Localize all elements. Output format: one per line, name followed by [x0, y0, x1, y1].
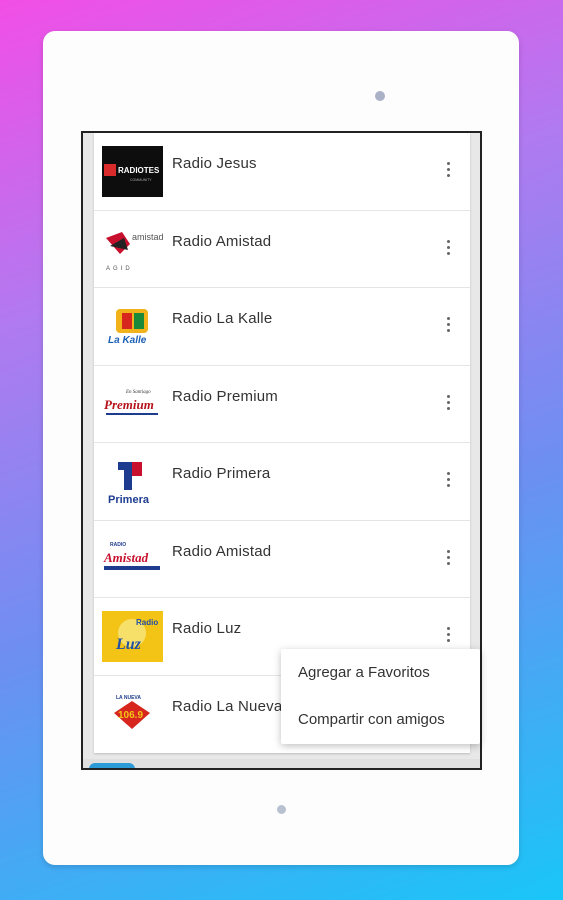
more-vert-icon[interactable]	[442, 624, 454, 644]
station-name: Radio Primera	[172, 465, 271, 482]
station-name: Radio Amistad	[172, 542, 272, 560]
more-vert-icon[interactable]	[442, 237, 454, 257]
station-name: Radio Jesus	[172, 155, 257, 172]
station-name: Radio Amistad	[172, 232, 272, 250]
station-name: Radio Luz	[172, 620, 242, 637]
station-logo: La Kalle	[102, 301, 163, 352]
logo-subtext: Radio	[136, 618, 158, 627]
more-vert-icon[interactable]	[442, 469, 454, 489]
more-vert-icon[interactable]	[442, 392, 454, 412]
menu-item-add-favorite[interactable]: Agregar a Favoritos	[281, 649, 480, 696]
logo-subtext: COMMUNITY	[130, 178, 152, 182]
logo-text: La Kalle	[108, 335, 147, 346]
station-name: Radio La Kalle	[172, 310, 273, 327]
station-row[interactable]: La Kalle Radio La Kalle	[94, 288, 470, 366]
more-vert-icon[interactable]	[442, 547, 454, 567]
logo-text: RADIOTES	[118, 166, 160, 175]
station-logo: LA NUEVA 106.9	[102, 688, 163, 740]
tablet-camera	[375, 91, 385, 101]
bottom-bar	[83, 759, 480, 768]
bottom-player-peek	[89, 763, 135, 768]
station-row[interactable]: amistad AGID Radio Amistad	[94, 211, 470, 288]
station-row[interactable]: Primera Radio Primera	[94, 443, 470, 521]
station-logo: RADIOTES COMMUNITY	[102, 146, 163, 197]
more-vert-icon[interactable]	[442, 159, 454, 179]
tablet-home-indicator	[277, 805, 286, 814]
station-logo: En Santiago Premium	[102, 378, 163, 430]
logo-text: Primera	[108, 494, 150, 506]
station-row[interactable]: RADIO Amistad Radio Amistad	[94, 521, 470, 598]
station-row[interactable]: En Santiago Premium Radio Premium	[94, 366, 470, 443]
logo-text: Premium	[104, 397, 154, 412]
menu-item-share-friends[interactable]: Compartir con amigos	[281, 696, 480, 743]
station-name: Radio Premium	[172, 387, 278, 405]
logo-text: 106.9	[118, 710, 143, 721]
logo-subtext: AGID	[106, 266, 133, 272]
more-vert-icon[interactable]	[442, 314, 454, 334]
logo-subtext: LA NUEVA	[116, 695, 141, 701]
context-menu: Agregar a Favoritos Compartir con amigos	[281, 649, 480, 744]
logo-text: amistad	[132, 232, 163, 242]
station-logo: RADIO Amistad	[102, 533, 163, 585]
station-logo: amistad AGID	[102, 223, 163, 275]
station-logo: Radio Luz	[102, 611, 163, 662]
logo-subtext: RADIO	[110, 542, 126, 548]
logo-text: Amistad	[103, 550, 149, 565]
station-logo: Primera	[102, 456, 163, 507]
station-row[interactable]: RADIOTES COMMUNITY Radio Jesus	[94, 133, 470, 211]
logo-subtext: En Santiago	[125, 390, 151, 395]
station-name: Radio La Nueva	[172, 697, 283, 715]
logo-text: Luz	[115, 636, 142, 653]
